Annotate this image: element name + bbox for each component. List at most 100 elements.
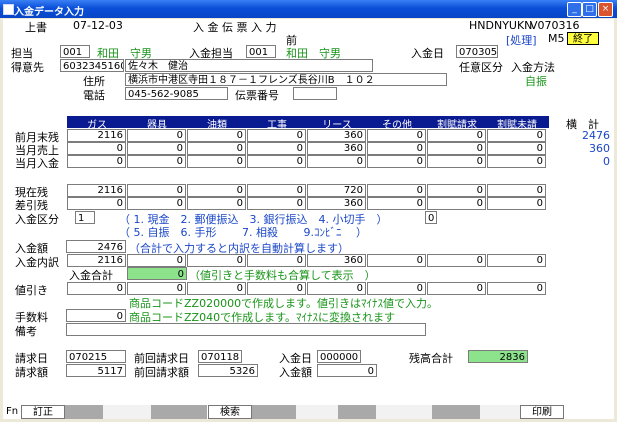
sum-field: 0 bbox=[127, 267, 187, 280]
diff-balance-cell: 0 bbox=[427, 197, 486, 210]
mode-label: 上書 bbox=[25, 21, 47, 34]
discount-cell[interactable]: 0 bbox=[307, 282, 366, 295]
version: V070316 bbox=[530, 19, 580, 32]
phone-field[interactable]: 045-562-9085 bbox=[125, 87, 228, 100]
detail-cell[interactable]: 0 bbox=[487, 254, 546, 267]
optional-label: 任意区分 bbox=[459, 61, 503, 74]
diff-balance-cell: 0 bbox=[187, 197, 246, 210]
detail-cell[interactable]: 360 bbox=[307, 254, 366, 267]
grid-cell: 0 bbox=[187, 155, 246, 168]
discount-cell[interactable]: 0 bbox=[127, 282, 186, 295]
grid-cell: 0 bbox=[247, 155, 306, 168]
method-value: 自振 bbox=[525, 75, 547, 88]
detail-cell[interactable]: 0 bbox=[127, 254, 186, 267]
f1-correct-button[interactable]: 訂正 bbox=[21, 405, 65, 419]
customer-name-field[interactable]: 佐々木 健治 bbox=[125, 59, 373, 72]
nyukin-date-label: 入金日 bbox=[411, 47, 444, 60]
tanto-code-field[interactable]: 001 bbox=[60, 45, 90, 58]
kubun-sub-field[interactable]: 0 bbox=[425, 211, 437, 224]
detail-cell[interactable]: 0 bbox=[367, 254, 426, 267]
grid-cell: 0 bbox=[67, 142, 126, 155]
pay-amount-field: 0 bbox=[317, 364, 377, 377]
balance-field: 2836 bbox=[468, 350, 528, 363]
grid-cell: 0 bbox=[247, 129, 306, 142]
current-balance-cell: 0 bbox=[247, 184, 306, 197]
current-balance-cell: 0 bbox=[367, 184, 426, 197]
grid-cell: 0 bbox=[247, 142, 306, 155]
minimize-button[interactable]: _ bbox=[567, 2, 582, 17]
grid-cell: 0 bbox=[127, 142, 186, 155]
remarks-label: 備考 bbox=[15, 325, 37, 338]
customer-code-field[interactable]: 6032345160 bbox=[60, 59, 124, 72]
f6-button[interactable] bbox=[252, 405, 296, 419]
detail-cell[interactable]: 0 bbox=[427, 254, 486, 267]
prev-bill-amount-field: 5326 bbox=[198, 364, 258, 377]
function-key-bar: Fn 訂正 検索 印刷 bbox=[3, 405, 614, 419]
f10-button[interactable] bbox=[432, 405, 480, 419]
grid-cell: 360 bbox=[307, 142, 366, 155]
remarks-field[interactable] bbox=[66, 323, 426, 336]
grid-cell: 0 bbox=[127, 129, 186, 142]
detail-cell[interactable]: 2116 bbox=[67, 254, 126, 267]
kubun-label: 入金区分 bbox=[15, 213, 59, 226]
grid-cell: 0 bbox=[67, 155, 126, 168]
row-total: 0 bbox=[603, 155, 610, 168]
f12-print-button[interactable]: 印刷 bbox=[520, 405, 564, 419]
slip-no-field[interactable] bbox=[293, 87, 337, 100]
fn-label: Fn bbox=[6, 406, 19, 417]
bill-amount-field: 5117 bbox=[66, 364, 126, 377]
customer-label: 得意先 bbox=[11, 61, 44, 74]
fee-field[interactable]: 0 bbox=[66, 309, 126, 322]
f9-button[interactable] bbox=[376, 405, 432, 419]
detail-label: 入金内訳 bbox=[15, 256, 59, 269]
f11-button[interactable] bbox=[480, 405, 520, 419]
f5-search-button[interactable]: 検索 bbox=[208, 405, 252, 419]
grid-cell: 0 bbox=[487, 155, 546, 168]
detail-cell[interactable]: 0 bbox=[187, 254, 246, 267]
discount-cell[interactable]: 0 bbox=[427, 282, 486, 295]
f4-button[interactable] bbox=[151, 405, 207, 419]
grid-cell: 0 bbox=[127, 155, 186, 168]
f7-button[interactable] bbox=[296, 405, 338, 419]
discount-cell[interactable]: 0 bbox=[67, 282, 126, 295]
bill-amount-label: 請求額 bbox=[15, 366, 48, 379]
prev-bill-date-field: 070118 bbox=[198, 350, 242, 363]
grid-cell: 0 bbox=[367, 142, 426, 155]
nyukin-tanto-code-field[interactable]: 001 bbox=[246, 45, 276, 58]
window-title: 入金データ入力 bbox=[14, 7, 84, 18]
program-id: HNDNYUKN bbox=[469, 19, 533, 32]
f3-button[interactable] bbox=[103, 405, 151, 419]
kubun-field[interactable]: 1 bbox=[75, 211, 95, 224]
app-icon bbox=[3, 4, 14, 15]
close-button[interactable]: × bbox=[598, 2, 613, 17]
f8-button[interactable] bbox=[338, 405, 376, 419]
discount-cell[interactable]: 0 bbox=[487, 282, 546, 295]
diff-balance-cell: 0 bbox=[127, 197, 186, 210]
detail-cell[interactable]: 0 bbox=[247, 254, 306, 267]
current-balance-cell: 720 bbox=[307, 184, 366, 197]
page-title: 入 金 伝 票 入 力 bbox=[193, 21, 277, 34]
kubun-options-2: （ 5. 自振 6. 手形 7. 相殺 9.ｺﾝﾋﾞﾆ ） bbox=[119, 226, 367, 239]
grid-cell: 0 bbox=[187, 129, 246, 142]
address-field[interactable]: 横浜市中港区寺田１８７－１フレンズ長谷川B １０２ bbox=[125, 73, 447, 86]
diff-balance-cell: 0 bbox=[487, 197, 546, 210]
diff-balance-cell: 360 bbox=[307, 197, 366, 210]
grid-cell: 0 bbox=[427, 155, 486, 168]
maximize-button[interactable]: □ bbox=[582, 2, 597, 17]
current-balance-cell: 0 bbox=[127, 184, 186, 197]
mode-code: M5 bbox=[548, 32, 565, 45]
amount-field[interactable]: 2476 bbox=[66, 240, 126, 253]
nyukin-date-field[interactable]: 070305 bbox=[456, 45, 498, 58]
exit-button[interactable]: 終了 bbox=[567, 32, 599, 45]
title-bar: 入金データ入力 _ □ × bbox=[0, 0, 617, 18]
f2-button[interactable] bbox=[65, 405, 103, 419]
system-date: 07-12-03 bbox=[73, 19, 123, 32]
diff-balance-cell: 0 bbox=[367, 197, 426, 210]
discount-cell[interactable]: 0 bbox=[247, 282, 306, 295]
grid-cell: 0 bbox=[307, 155, 366, 168]
discount-cell[interactable]: 0 bbox=[367, 282, 426, 295]
process-label: [処理] bbox=[506, 34, 537, 47]
grid-cell: 0 bbox=[427, 129, 486, 142]
grid-cell: 0 bbox=[487, 142, 546, 155]
discount-cell[interactable]: 0 bbox=[187, 282, 246, 295]
